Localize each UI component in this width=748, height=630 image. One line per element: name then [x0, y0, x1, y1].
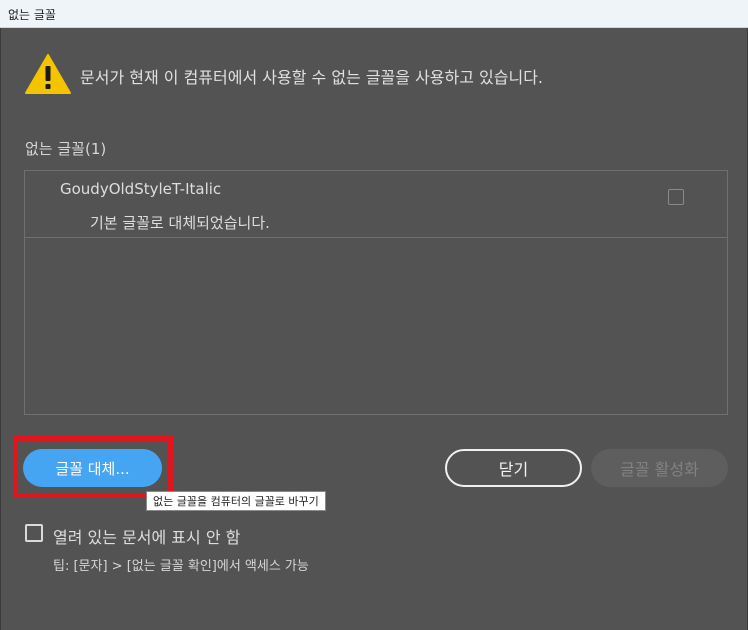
font-name: GoudyOldStyleT-Italic — [60, 180, 222, 198]
tooltip: 없는 글꼴을 컴퓨터의 글꼴로 바꾸기 — [146, 491, 326, 511]
dont-show-checkbox[interactable] — [25, 524, 43, 542]
window-title: 없는 글꼴 — [8, 8, 56, 22]
missing-fonts-list[interactable]: GoudyOldStyleT-Italic 기본 글꼴로 대체되었습니다. — [24, 170, 728, 415]
warning-message: 문서가 현재 이 컴퓨터에서 사용할 수 없는 글꼴을 사용하고 있습니다. — [80, 68, 544, 87]
warning-icon — [25, 54, 71, 94]
font-row-checkbox[interactable] — [668, 189, 684, 205]
title-bar: 없는 글꼴 — [0, 0, 748, 28]
highlight-box — [13, 436, 173, 498]
dont-show-label[interactable]: 열려 있는 문서에 표시 안 함 — [53, 524, 240, 548]
font-status: 기본 글꼴로 대체되었습니다. — [90, 214, 270, 232]
missing-fonts-label: 없는 글꼴(1) — [25, 140, 107, 158]
tip-text: 팁: [문자] > [없는 글꼴 확인]에서 액세스 가능 — [53, 559, 309, 574]
list-item[interactable]: GoudyOldStyleT-Italic 기본 글꼴로 대체되었습니다. — [25, 171, 727, 238]
close-button[interactable]: 닫기 — [445, 449, 582, 487]
activate-fonts-button: 글꼴 활성화 — [591, 449, 728, 487]
